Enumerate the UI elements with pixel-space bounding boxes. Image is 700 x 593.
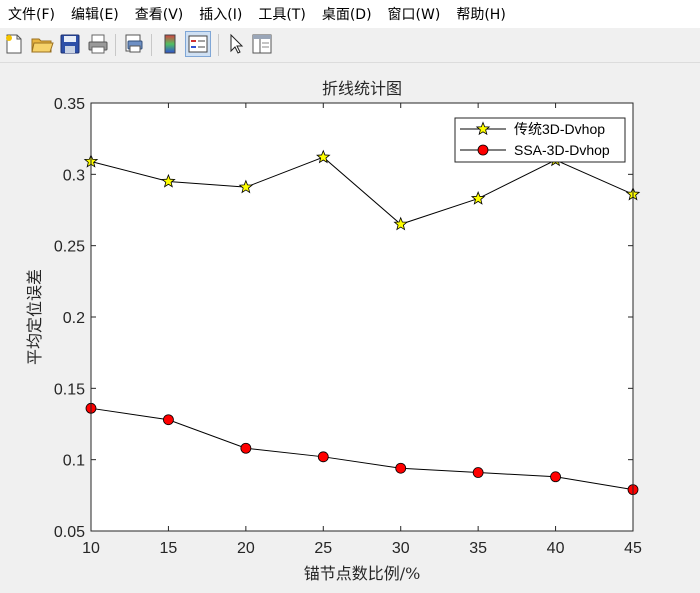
- legend[interactable]: 传统3D-Dvhop SSA-3D-Dvhop: [454, 117, 626, 163]
- circle-marker: [317, 451, 329, 463]
- line-chart: 折线统计图 10 15 20 25 30 35 40 45 0.05 0.1 0.15 0.2 0.25…: [25, 79, 642, 583]
- x-tick-label: 40: [547, 540, 565, 557]
- y-tick-label: 0.05: [54, 524, 85, 541]
- x-tick-label: 10: [82, 540, 100, 557]
- menu-file[interactable]: 文件(F): [0, 4, 63, 24]
- legend-label-1: 传统3D-Dvhop: [514, 121, 605, 137]
- menu-window[interactable]: 窗口(W): [380, 4, 449, 24]
- x-tick-label: 20: [237, 540, 255, 557]
- figure-area: 折线统计图 10 15 20 25 30 35 40 45 0.05 0.1 0.15 0.2 0.25…: [0, 63, 700, 589]
- circle-marker: [550, 471, 561, 483]
- circle-marker: [395, 462, 407, 474]
- y-tick-label: 0.1: [63, 453, 85, 470]
- toolbar: [0, 28, 700, 63]
- legend-marker-circle: [477, 144, 489, 156]
- x-tick-label: 35: [469, 540, 487, 557]
- chart-title: 折线统计图: [322, 79, 402, 98]
- save-icon[interactable]: [58, 32, 82, 56]
- menu-tools[interactable]: 工具(T): [250, 4, 313, 24]
- legend-icon[interactable]: [185, 31, 211, 57]
- y-tick-label: 0.15: [54, 381, 85, 398]
- legend-circle-marker: [477, 144, 489, 156]
- circle-marker: [472, 467, 484, 478]
- x-tick-label: 45: [624, 540, 642, 557]
- x-tick-label: 15: [160, 540, 178, 557]
- y-tick-label: 0.25: [54, 239, 85, 256]
- menu-help[interactable]: 帮助(H): [448, 4, 513, 24]
- menu-view[interactable]: 查看(V): [127, 4, 192, 24]
- y-axis-label: 平均定位误差: [25, 269, 44, 365]
- menu-bar: 文件(F) 编辑(E) 查看(V) 插入(I) 工具(T) 桌面(D) 窗口(W…: [0, 0, 700, 28]
- menu-insert[interactable]: 插入(I): [191, 4, 250, 24]
- print-preview-icon[interactable]: [122, 32, 146, 56]
- x-tick-label: 30: [392, 540, 410, 557]
- x-axis-label: 锚节点数比例/%: [304, 564, 421, 583]
- x-tick-label: 25: [314, 540, 332, 557]
- property-editor-icon[interactable]: [250, 32, 274, 56]
- y-tick-label: 0.35: [54, 96, 85, 113]
- open-folder-icon[interactable]: [30, 32, 54, 56]
- menu-edit[interactable]: 编辑(E): [63, 4, 127, 24]
- menu-desktop[interactable]: 桌面(D): [314, 4, 380, 24]
- circle-marker: [240, 442, 252, 454]
- colorbar-icon[interactable]: [158, 32, 182, 56]
- new-file-icon[interactable]: [2, 32, 26, 56]
- y-tick-label: 0.3: [63, 167, 85, 184]
- pointer-icon[interactable]: [224, 32, 248, 56]
- print-icon[interactable]: [86, 32, 110, 56]
- plot-area: [91, 103, 633, 531]
- legend-label-2: SSA-3D-Dvhop: [514, 142, 610, 158]
- y-tick-label: 0.2: [63, 310, 85, 327]
- circle-marker: [163, 414, 174, 426]
